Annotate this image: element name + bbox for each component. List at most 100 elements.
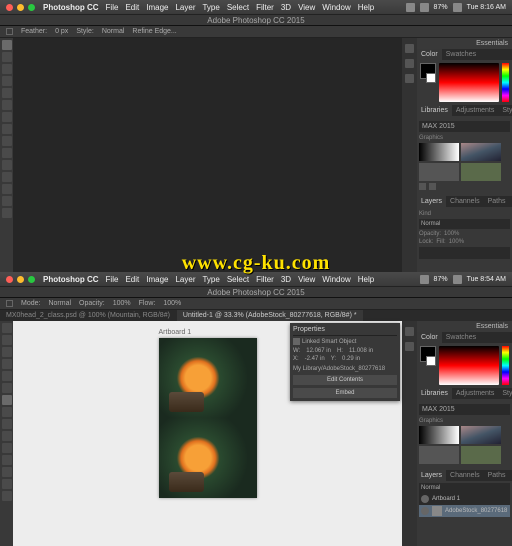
hand-tool-icon[interactable]	[2, 479, 12, 489]
menu-select[interactable]: Select	[227, 3, 249, 12]
menu-help[interactable]: Help	[358, 3, 374, 12]
tab-channels[interactable]: Channels	[446, 470, 484, 481]
flow-value[interactable]: 100%	[163, 300, 181, 307]
layer-name[interactable]: AdobeStock_80277618	[445, 508, 507, 514]
pen-tool-icon[interactable]	[2, 160, 12, 170]
library-item[interactable]	[461, 446, 501, 464]
menu-image[interactable]: Image	[146, 275, 168, 284]
refine-edge-button[interactable]: Refine Edge...	[132, 28, 176, 35]
app-name[interactable]: Photoshop CC	[43, 275, 99, 284]
stamp-tool-icon[interactable]	[2, 124, 12, 134]
battery-icon[interactable]	[453, 275, 462, 284]
minimize-icon[interactable]	[17, 4, 24, 11]
tab-adjustments[interactable]: Adjustments	[452, 105, 499, 116]
library-item[interactable]	[419, 426, 459, 444]
zoom-tool-icon[interactable]	[2, 208, 12, 218]
tab-adjustments[interactable]: Adjustments	[452, 388, 499, 399]
history-icon[interactable]	[405, 327, 414, 336]
blend-mode[interactable]: Normal	[419, 219, 510, 229]
tool-preset-icon[interactable]	[6, 300, 13, 307]
placed-image[interactable]	[159, 418, 257, 498]
menu-filter[interactable]: Filter	[256, 3, 274, 12]
artboard-label[interactable]: Artboard 1	[159, 329, 257, 336]
fill-value[interactable]: 100%	[449, 239, 464, 245]
close-icon[interactable]	[6, 4, 13, 11]
shape-tool-icon[interactable]	[2, 467, 12, 477]
pen-tool-icon[interactable]	[2, 443, 12, 453]
visibility-icon[interactable]	[421, 495, 429, 503]
move-tool-icon[interactable]	[2, 40, 12, 50]
placed-image[interactable]	[159, 338, 257, 418]
menu-3d[interactable]: 3D	[281, 3, 291, 12]
wifi-icon[interactable]	[420, 275, 429, 284]
color-field[interactable]	[439, 346, 499, 385]
library-item[interactable]	[419, 143, 459, 161]
wand-tool-icon[interactable]	[2, 359, 12, 369]
embed-button[interactable]: Embed	[293, 388, 397, 398]
menu-type[interactable]: Type	[202, 275, 219, 284]
menu-type[interactable]: Type	[202, 3, 219, 12]
menu-view[interactable]: View	[298, 3, 315, 12]
mode-value[interactable]: Normal	[48, 300, 71, 307]
lib-add-icon[interactable]	[419, 183, 426, 190]
library-item[interactable]	[419, 163, 459, 181]
gradient-tool-icon[interactable]	[2, 431, 12, 441]
library-item[interactable]	[461, 143, 501, 161]
lasso-tool-icon[interactable]	[2, 64, 12, 74]
tab-color[interactable]: Color	[417, 49, 442, 60]
x-value[interactable]: -2.47 in	[305, 356, 325, 362]
library-selector[interactable]: MAX 2015	[419, 121, 510, 132]
layer-list[interactable]: Artboard 1 AdobeStock_80277618	[419, 493, 510, 517]
zoom-tool-icon[interactable]	[2, 491, 12, 501]
visibility-icon[interactable]	[421, 507, 429, 515]
tab-libraries[interactable]: Libraries	[417, 388, 452, 399]
opacity-value[interactable]: 100%	[444, 231, 459, 237]
style-value[interactable]: Normal	[102, 28, 125, 35]
canvas-empty[interactable]	[13, 38, 402, 272]
library-item[interactable]	[461, 163, 501, 181]
menu-edit[interactable]: Edit	[125, 275, 139, 284]
workspace-switcher[interactable]: Essentials	[417, 38, 512, 49]
tool-preset-icon[interactable]	[6, 28, 13, 35]
width-value[interactable]: 12.067 in	[306, 348, 331, 354]
color-panel[interactable]	[417, 60, 512, 105]
blend-mode[interactable]: Normal	[419, 483, 510, 493]
kind-filter[interactable]: Kind	[419, 211, 431, 217]
y-value[interactable]: 0.29 in	[342, 356, 360, 362]
history-icon[interactable]	[405, 44, 414, 53]
type-tool-icon[interactable]	[2, 172, 12, 182]
menu-window[interactable]: Window	[322, 3, 350, 12]
background-swatch[interactable]	[426, 356, 436, 366]
crop-tool-icon[interactable]	[2, 371, 12, 381]
feather-value[interactable]: 0 px	[55, 28, 68, 35]
menu-filter[interactable]: Filter	[256, 275, 274, 284]
close-icon[interactable]	[6, 276, 13, 283]
menu-layer[interactable]: Layer	[175, 3, 195, 12]
menu-window[interactable]: Window	[322, 275, 350, 284]
color-field[interactable]	[439, 63, 499, 102]
menu-3d[interactable]: 3D	[281, 275, 291, 284]
lasso-tool-icon[interactable]	[2, 347, 12, 357]
background-swatch[interactable]	[426, 73, 436, 83]
tab-paths[interactable]: Paths	[484, 196, 510, 207]
eyedropper-tool-icon[interactable]	[2, 383, 12, 393]
menu-view[interactable]: View	[298, 275, 315, 284]
menu-help[interactable]: Help	[358, 275, 374, 284]
menu-file[interactable]: File	[106, 275, 119, 284]
color-panel[interactable]	[417, 343, 512, 388]
eraser-tool-icon[interactable]	[2, 136, 12, 146]
doc-tab-active[interactable]: Untitled-1 @ 33.3% (AdobeStock_80277618,…	[177, 310, 363, 321]
artboard[interactable]	[159, 338, 257, 498]
move-tool-icon[interactable]	[2, 323, 12, 333]
battery-icon[interactable]	[453, 3, 462, 12]
gradient-tool-icon[interactable]	[2, 148, 12, 158]
brush-tool-icon[interactable]	[2, 395, 12, 405]
tab-layers[interactable]: Layers	[417, 470, 446, 481]
marquee-tool-icon[interactable]	[2, 52, 12, 62]
eyedropper-tool-icon[interactable]	[2, 100, 12, 110]
clock[interactable]: Tue 8:54 AM	[467, 276, 506, 283]
tab-libraries[interactable]: Libraries	[417, 105, 452, 116]
height-value[interactable]: 11.008 in	[349, 348, 373, 354]
tab-paths[interactable]: Paths	[484, 470, 510, 481]
layer-thumb[interactable]	[432, 506, 442, 516]
